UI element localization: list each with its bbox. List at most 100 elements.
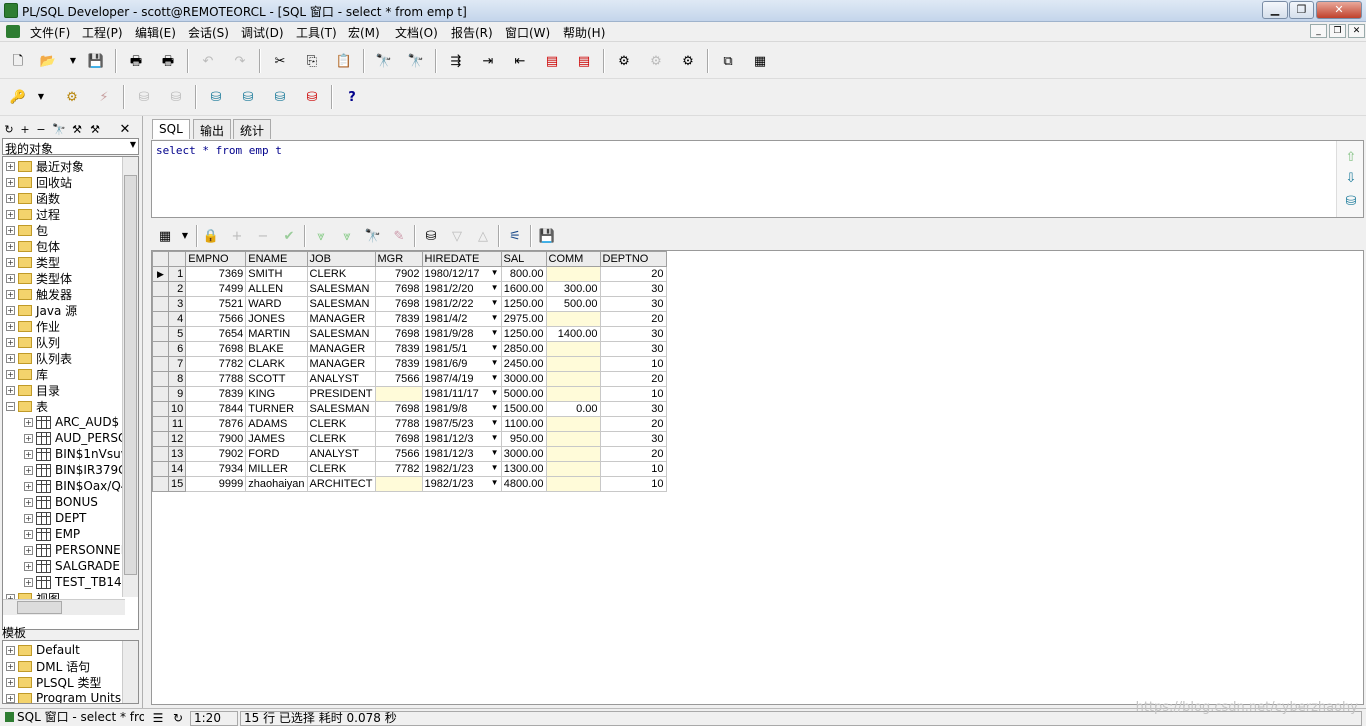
grid-cell[interactable]: ▼ 1981/5/1 bbox=[421, 341, 502, 357]
expand-node-icon[interactable]: + bbox=[24, 529, 33, 539]
expand-node-icon[interactable]: + bbox=[24, 465, 33, 475]
grid-cell[interactable]: KING bbox=[245, 386, 308, 402]
grid-cell[interactable]: ▼ 1981/6/9 bbox=[421, 356, 502, 372]
break-icon[interactable]: ⚡ bbox=[94, 87, 114, 107]
grid-cell[interactable]: 30 bbox=[599, 296, 667, 312]
post-changes-icon[interactable]: ✔ bbox=[279, 226, 299, 246]
mdi-close-button[interactable]: ✕ bbox=[1348, 24, 1365, 38]
grid-cell[interactable]: ▼ 1987/4/19 bbox=[421, 371, 502, 387]
expand-node-icon[interactable]: + bbox=[6, 193, 15, 203]
close-panel-icon[interactable]: ✕ bbox=[118, 119, 132, 139]
grid-cell[interactable]: 30 bbox=[599, 326, 667, 342]
table-row[interactable]: 5 7654 MARTIN SALESMAN 7698 ▼ 1981/9/28 1250.00… bbox=[152, 326, 667, 342]
table-row[interactable]: 8 7788 SCOTT ANALYST 7566 ▼ 1987/4/19 3000.00 20 bbox=[152, 371, 667, 387]
save-results-icon[interactable]: 💾 bbox=[537, 226, 557, 246]
menu-file[interactable]: 文件(F) bbox=[30, 24, 70, 41]
date-dropdown-icon[interactable]: ▼ bbox=[491, 448, 499, 457]
fetch-next-icon[interactable]: ⩔ bbox=[311, 226, 331, 246]
find-replace-icon[interactable]: 🔭 bbox=[406, 51, 426, 71]
grid-cell[interactable]: 5000.00 bbox=[500, 386, 547, 402]
grid-cell[interactable]: ▼ 1981/12/3 bbox=[421, 446, 502, 462]
expand-node-icon[interactable]: + bbox=[24, 417, 33, 427]
grid-cell[interactable]: 2975.00 bbox=[500, 311, 547, 327]
grid-cell[interactable]: 20 bbox=[599, 416, 667, 432]
grid-cell[interactable]: 7782 bbox=[374, 461, 423, 477]
grid-cell[interactable] bbox=[545, 371, 601, 387]
grid-cell[interactable]: BLAKE bbox=[245, 341, 308, 357]
tree-node[interactable]: + 触发器 bbox=[6, 286, 72, 302]
table-row[interactable]: 14 7934 MILLER CLERK 7782 ▼ 1982/1/23 1300.00 10 bbox=[152, 461, 667, 477]
table-node[interactable]: + BIN$1nVsuv bbox=[24, 446, 128, 462]
grid-cell[interactable]: 7844 bbox=[185, 401, 247, 417]
grid-cell[interactable]: 20 bbox=[599, 446, 667, 462]
tree-node[interactable]: + 类型体 bbox=[6, 270, 72, 286]
uncomment-icon[interactable]: ▤ bbox=[574, 51, 594, 71]
tree-node[interactable]: + Java 源 bbox=[6, 302, 77, 318]
insert-record-icon[interactable]: + bbox=[227, 226, 247, 246]
save-icon[interactable]: 💾 bbox=[86, 51, 106, 71]
tree-node[interactable]: + 最近对象 bbox=[6, 158, 84, 174]
grid-cell[interactable] bbox=[545, 431, 601, 447]
table-row[interactable]: 13 7902 FORD ANALYST 7566 ▼ 1981/12/3 3000.00 20 bbox=[152, 446, 667, 462]
grid-cell[interactable]: JAMES bbox=[245, 431, 308, 447]
grid-cell[interactable]: ALLEN bbox=[245, 281, 308, 297]
table-row[interactable]: 2 7499 ALLEN SALESMAN 7698 ▼ 1981/2/20 1600.00 3… bbox=[152, 281, 667, 297]
grid-cell[interactable]: CLARK bbox=[245, 356, 308, 372]
grid-cell[interactable] bbox=[374, 476, 423, 492]
open-icon[interactable]: 📂 bbox=[38, 51, 58, 71]
mdi-child-icon[interactable] bbox=[6, 25, 20, 38]
open-dropdown-icon[interactable]: ▼ bbox=[63, 51, 83, 71]
cut-icon[interactable]: ✂ bbox=[270, 51, 290, 71]
grid-cell[interactable]: 1300.00 bbox=[500, 461, 547, 477]
command-window-icon[interactable]: ⛁ bbox=[270, 87, 290, 107]
tree-node[interactable]: + 作业 bbox=[6, 318, 60, 334]
table-node[interactable]: + SALGRADE bbox=[24, 558, 120, 574]
tree-node[interactable]: − 表 bbox=[6, 398, 48, 414]
grid-cell[interactable]: FORD bbox=[245, 446, 308, 462]
expand-node-icon[interactable]: + bbox=[6, 385, 15, 395]
grid-cell[interactable]: 7902 bbox=[374, 266, 423, 282]
date-dropdown-icon[interactable]: ▼ bbox=[491, 313, 499, 322]
table-node[interactable]: + DEPT bbox=[24, 510, 86, 526]
date-dropdown-icon[interactable]: ▼ bbox=[491, 343, 499, 352]
date-dropdown-icon[interactable]: ▼ bbox=[491, 463, 499, 472]
clear-record-icon[interactable]: ✎ bbox=[389, 226, 409, 246]
tree-node[interactable]: + 函数 bbox=[6, 190, 60, 206]
grid-cell[interactable]: PRESIDENT bbox=[306, 386, 376, 402]
grid-cell[interactable]: SCOTT bbox=[245, 371, 308, 387]
grid-cell[interactable]: ▼ 1981/2/20 bbox=[421, 281, 502, 297]
date-dropdown-icon[interactable]: ▼ bbox=[491, 388, 499, 397]
grid-cell[interactable]: 7839 bbox=[374, 311, 423, 327]
grid-cell[interactable]: ▼ 1982/1/23 bbox=[421, 461, 502, 477]
arrow-up-icon[interactable]: ⇧ bbox=[1341, 147, 1361, 167]
column-header[interactable]: COMM bbox=[545, 251, 601, 267]
grid-cell[interactable]: 300.00 bbox=[545, 281, 601, 297]
menu-window[interactable]: 窗口(W) bbox=[505, 24, 550, 41]
table-row[interactable]: 12 7900 JAMES CLERK 7698 ▼ 1981/12/3 950.00 30 bbox=[152, 431, 667, 447]
grid-cell[interactable]: 7521 bbox=[185, 296, 247, 312]
explain-plan-icon[interactable]: ⛁ bbox=[302, 87, 322, 107]
column-header[interactable]: JOB bbox=[306, 251, 376, 267]
grid-cell[interactable]: 2450.00 bbox=[500, 356, 547, 372]
lock-icon[interactable]: 🔒 bbox=[201, 226, 221, 246]
paste-icon[interactable]: 📋 bbox=[334, 51, 354, 71]
table-row[interactable]: 7 7782 CLARK MANAGER 7839 ▼ 1981/6/9 2450.00 10 bbox=[152, 356, 667, 372]
date-dropdown-icon[interactable]: ▼ bbox=[491, 478, 499, 487]
indent-icon[interactable]: ⇥ bbox=[478, 51, 498, 71]
export-results-icon[interactable]: ⛁ bbox=[421, 226, 441, 246]
grid-cell[interactable]: 7788 bbox=[374, 416, 423, 432]
grid-cell[interactable]: 7839 bbox=[185, 386, 247, 402]
step-out-icon[interactable]: ⚙ bbox=[678, 51, 698, 71]
plsql-icon[interactable]: ⛁ bbox=[238, 87, 258, 107]
table-row[interactable]: 4 7566 JONES MANAGER 7839 ▼ 1981/4/2 2975.00 20 bbox=[152, 311, 667, 327]
grid-cell[interactable]: zhaohaiyan bbox=[245, 476, 308, 492]
grid-cell[interactable]: ARCHITECT bbox=[306, 476, 376, 492]
template-node[interactable]: + Default bbox=[6, 642, 80, 658]
grid-cell[interactable]: MANAGER bbox=[306, 311, 376, 327]
grid-cell[interactable]: ANALYST bbox=[306, 371, 376, 387]
grid-cell[interactable]: SALESMAN bbox=[306, 326, 376, 342]
table-node[interactable]: + AUD_PERSO bbox=[24, 430, 127, 446]
grid-cell[interactable]: 30 bbox=[599, 281, 667, 297]
date-dropdown-icon[interactable]: ▼ bbox=[491, 268, 499, 277]
help-icon[interactable]: ? bbox=[342, 87, 362, 107]
